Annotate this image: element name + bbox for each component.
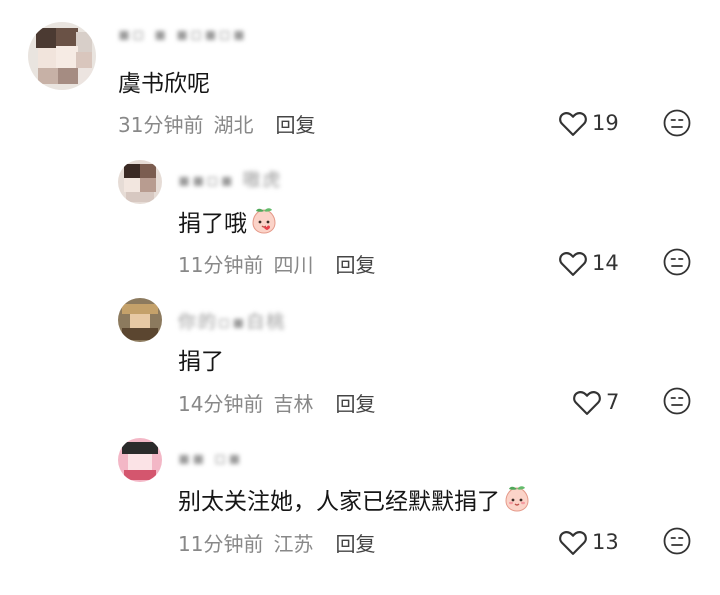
comment-text-content: 别太关注她，人家已经默默捐了 — [178, 489, 500, 515]
comment-item: ▪▪ ▫▪ 别太关注她，人家已经默默捐了 11分钟前 江苏 回复 13 — [0, 420, 720, 595]
comment-location: 江苏 — [273, 532, 314, 556]
comment-text-content: 捐了 — [178, 349, 224, 375]
avatar[interactable] — [28, 22, 96, 90]
like-button[interactable]: 14 — [558, 249, 619, 277]
heart-outline-icon — [559, 252, 587, 276]
neutral-face-icon[interactable] — [662, 108, 692, 138]
comment-text: 捐了 — [178, 342, 224, 376]
username[interactable]: ▪▫ ▪ ▪▫▪▫▪ — [118, 24, 247, 45]
comment-item: 你的▫▪白桃 捐了 14分钟前 吉林 回复 7 — [0, 280, 720, 420]
peach-face-emoji — [505, 486, 529, 512]
like-count: 13 — [592, 530, 619, 554]
comment-text: 捐了哦 — [178, 204, 279, 238]
neutral-face-icon[interactable] — [662, 386, 692, 416]
comment-text-content: 虞书欣呢 — [118, 71, 210, 97]
reply-button[interactable]: 回复 — [335, 388, 375, 417]
like-button[interactable]: 7 — [572, 388, 619, 416]
like-button[interactable]: 19 — [558, 109, 619, 137]
comment-item: ▪▫ ▪ ▪▫▪▫▪ 虞书欣呢 31分钟前 湖北 回复 19 — [0, 0, 720, 140]
comment-text: 虞书欣呢 — [118, 64, 210, 98]
comment-location: 湖北 — [213, 113, 254, 137]
heart-outline-icon — [559, 531, 587, 555]
comment-text-content: 捐了哦 — [178, 211, 247, 237]
username[interactable]: ▪▪ ▫▪ — [178, 448, 243, 469]
comment-text: 别太关注她，人家已经默默捐了 — [178, 482, 532, 516]
avatar[interactable] — [118, 438, 162, 482]
like-count: 14 — [592, 251, 619, 275]
comment-location: 吉林 — [273, 392, 314, 416]
comment-time: 31分钟前 — [118, 113, 204, 137]
peach-face-emoji — [252, 208, 276, 234]
comment-meta: 11分钟前 江苏 回复 — [178, 528, 375, 557]
comment-meta: 11分钟前 四川 回复 — [178, 249, 375, 278]
username[interactable]: 你的▫▪白桃 — [178, 308, 286, 334]
like-count: 19 — [592, 111, 619, 135]
comment-time: 11分钟前 — [178, 532, 264, 556]
username[interactable]: ▪▪▫▪ 嗷虎 — [178, 166, 283, 192]
avatar[interactable] — [118, 298, 162, 342]
heart-outline-icon — [559, 112, 587, 136]
reply-button[interactable]: 回复 — [335, 528, 375, 557]
comment-time: 11分钟前 — [178, 253, 264, 277]
comment-location: 四川 — [273, 253, 314, 277]
reply-button[interactable]: 回复 — [275, 109, 315, 138]
comment-meta: 31分钟前 湖北 回复 — [118, 109, 315, 138]
neutral-face-icon[interactable] — [662, 526, 692, 556]
comment-item: ▪▪▫▪ 嗷虎 捐了哦 11分钟前 四川 回复 14 — [0, 140, 720, 280]
comment-time: 14分钟前 — [178, 392, 264, 416]
like-count: 7 — [606, 390, 620, 414]
heart-outline-icon — [573, 391, 601, 415]
like-button[interactable]: 13 — [558, 528, 619, 556]
neutral-face-icon[interactable] — [662, 247, 692, 277]
comment-meta: 14分钟前 吉林 回复 — [178, 388, 375, 417]
reply-button[interactable]: 回复 — [335, 249, 375, 278]
avatar[interactable] — [118, 160, 162, 204]
